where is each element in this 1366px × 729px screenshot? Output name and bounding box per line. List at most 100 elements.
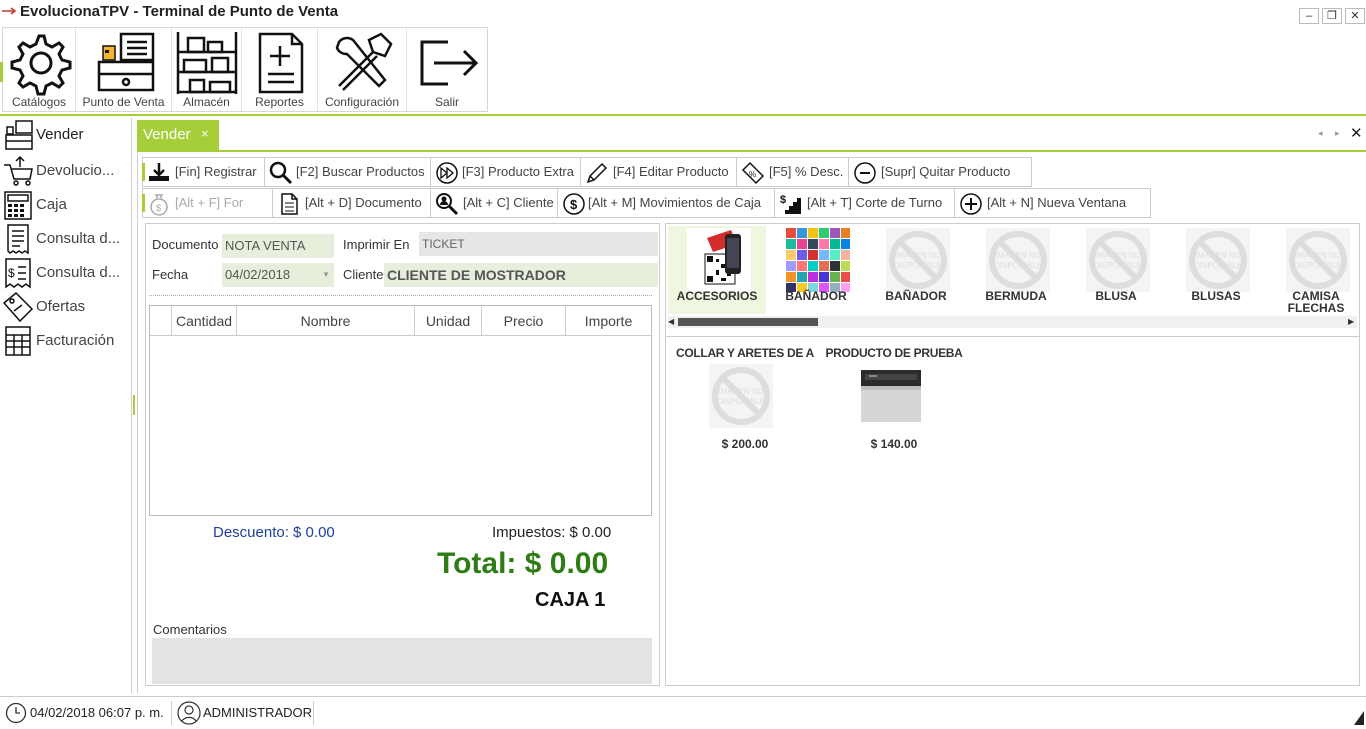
- search-icon: [269, 161, 293, 185]
- cliente-button[interactable]: [Alt + C] Cliente: [431, 189, 558, 217]
- sidebar-item-label: Consulta d...: [36, 264, 121, 281]
- sidebar-item-facturacion[interactable]: Facturación: [0, 324, 130, 358]
- tab-vender[interactable]: Vender ×: [137, 120, 219, 150]
- ribbon-reportes-label: Reportes: [255, 95, 304, 109]
- no-image-placeholder-icon: IMAGEN NO DISPONIBLE: [1186, 228, 1250, 292]
- sidebar-item-caja[interactable]: Caja: [0, 188, 130, 222]
- ribbon-toolbar: Catálogos Punto de Venta Almacén Reporte…: [2, 27, 488, 112]
- sidebar-item-ofertas[interactable]: Ofertas: [0, 290, 130, 324]
- close-window-button[interactable]: ✕: [1345, 8, 1365, 24]
- no-image-text: DISPONIBLE: [1094, 261, 1142, 270]
- ribbon-configuracion-label: Configuración: [324, 95, 400, 109]
- category-blusa[interactable]: IMAGEN NO DISPONIBLE BLUSA: [1067, 226, 1165, 314]
- nueva-ventana-button[interactable]: [Alt + N] Nueva Ventana: [955, 189, 1150, 217]
- ribbon-almacen-button[interactable]: Almacén: [172, 28, 242, 111]
- category-label: BAÑADOR: [885, 289, 947, 303]
- app-logo-icon: [2, 7, 17, 15]
- user-icon: [177, 701, 201, 725]
- registrar-label: [Fin] Registrar: [175, 164, 257, 179]
- formas-pago-button[interactable]: $ [Alt + F] For: [143, 189, 273, 217]
- close-all-tabs-button[interactable]: ✕: [1350, 124, 1363, 142]
- quitar-producto-button[interactable]: [Supr] Quitar Producto: [849, 158, 1031, 186]
- cliente-field[interactable]: CLIENTE DE MOSTRADOR: [384, 263, 658, 287]
- toolbar-grip: [142, 163, 145, 181]
- tab-scroll-left-button[interactable]: ◂: [1318, 128, 1323, 139]
- report-add-icon: [258, 32, 303, 94]
- category-banador-1[interactable]: BAÑADOR: [767, 226, 865, 314]
- comentarios-textarea[interactable]: [152, 638, 652, 684]
- fecha-field-label: Fecha: [152, 267, 189, 282]
- ribbon-configuracion-button[interactable]: Configuración: [318, 28, 407, 111]
- sidebar-item-vender[interactable]: Vender: [0, 118, 130, 152]
- sale-items-grid[interactable]: Cantidad Nombre Unidad Precio Importe: [149, 305, 652, 516]
- no-image-text: DISPONIBLE: [994, 261, 1042, 270]
- fecha-value: 04/02/2018: [225, 267, 291, 282]
- minus-circle-icon: [854, 162, 876, 184]
- scroll-left-icon[interactable]: ◀: [668, 316, 674, 328]
- no-image-text: IMAGEN NO: [995, 251, 1041, 260]
- ribbon-reportes-button[interactable]: Reportes: [242, 28, 318, 111]
- category-blusas[interactable]: IMAGEN NO DISPONIBLE BLUSAS: [1167, 226, 1265, 314]
- category-camisa-flechas[interactable]: IMAGEN NO DISPONIBLE CAMISA FLECHAS: [1267, 226, 1365, 314]
- sidebar-item-label: Consulta d...: [36, 230, 121, 247]
- buscar-productos-button[interactable]: [F2] Buscar Productos: [265, 158, 431, 186]
- producto-extra-button[interactable]: [F3] Producto Extra: [431, 158, 581, 186]
- descuento-text: Descuento: $ 0.00: [213, 524, 335, 541]
- resize-grip-icon[interactable]: [1354, 711, 1364, 725]
- sidebar-item-devoluciones[interactable]: Devolucio...: [0, 154, 130, 188]
- category-scrollbar[interactable]: ◀ ▶: [668, 316, 1357, 328]
- tab-close-button[interactable]: ×: [201, 126, 209, 141]
- sidebar-item-consulta-1[interactable]: Consulta d...: [0, 222, 130, 256]
- title-bar: EvolucionaTPV - Terminal de Punto de Ven…: [0, 0, 1366, 26]
- documento-field[interactable]: NOTA VENTA: [222, 234, 334, 258]
- category-banador-2[interactable]: IMAGEN NO DISPONIBLE BAÑADOR: [867, 226, 965, 314]
- product-card[interactable]: PRODUCTO DE PRUEBA $ 140.00: [824, 346, 964, 456]
- scrollbar-thumb[interactable]: [678, 318, 818, 326]
- fast-forward-icon: [436, 162, 458, 184]
- column-header-importe[interactable]: Importe: [566, 306, 651, 336]
- impuestos-text: Impuestos: $ 0.00: [492, 524, 612, 541]
- column-header-nombre[interactable]: Nombre: [237, 306, 415, 336]
- descuento-button[interactable]: % [F5] % Desc.: [737, 158, 849, 186]
- movimientos-caja-button[interactable]: $ [Alt + M] Movimientos de Caja: [558, 189, 775, 217]
- product-card[interactable]: COLLAR Y ARETES DE A IMAGEN NO DISPONIBL…: [675, 346, 815, 456]
- tab-scroll-right-button[interactable]: ▸: [1335, 128, 1340, 139]
- minimize-button[interactable]: –: [1299, 8, 1319, 24]
- sidebar-splitter[interactable]: [133, 395, 135, 415]
- restore-button[interactable]: ❐: [1322, 8, 1342, 24]
- column-header-unidad[interactable]: Unidad: [415, 306, 482, 336]
- corte-turno-button[interactable]: $ [Alt + T] Corte de Turno: [775, 189, 955, 217]
- warehouse-shelves-icon: [176, 32, 237, 94]
- product-name: PRODUCTO DE PRUEBA: [825, 346, 963, 360]
- svg-text:%: %: [749, 170, 756, 179]
- scroll-right-icon[interactable]: ▶: [1348, 316, 1354, 328]
- category-accesorios[interactable]: ACCESORIOS: [668, 226, 766, 314]
- imprimir-field-label: Imprimir En: [343, 237, 410, 252]
- ribbon-punto-venta-button[interactable]: Punto de Venta: [76, 28, 172, 111]
- quitar-producto-label: [Supr] Quitar Producto: [881, 164, 1011, 179]
- sidebar-item-label: Ofertas: [36, 298, 86, 315]
- status-divider: [171, 701, 172, 725]
- exit-icon: [420, 40, 479, 86]
- registrar-button[interactable]: [Fin] Registrar: [143, 158, 265, 186]
- imprimir-field[interactable]: TICKET: [419, 232, 658, 256]
- svg-text:$: $: [8, 266, 15, 280]
- documento-button[interactable]: [Alt + D] Documento: [273, 189, 431, 217]
- cart-return-icon: [4, 155, 33, 186]
- category-label: BLUSAS: [1191, 289, 1241, 303]
- sidebar-item-consulta-2[interactable]: $ Consulta d...: [0, 256, 130, 290]
- column-header-cantidad[interactable]: Cantidad: [172, 306, 237, 336]
- grid-row-header: [150, 306, 172, 336]
- no-image-text: IMAGEN NO: [1095, 251, 1141, 260]
- ribbon-catalogos-button[interactable]: Catálogos: [3, 28, 76, 111]
- calculator-icon: [4, 191, 32, 220]
- category-bermuda[interactable]: IMAGEN NO DISPONIBLE BERMUDA: [967, 226, 1065, 314]
- product-price: $ 140.00: [870, 437, 918, 451]
- ribbon-salir-button[interactable]: Salir: [407, 28, 487, 111]
- sidebar-item-label: Facturación: [36, 332, 115, 349]
- editar-producto-button[interactable]: [F4] Editar Producto: [581, 158, 737, 186]
- fecha-field[interactable]: 04/02/2018 ▼: [222, 263, 334, 287]
- document-icon: [281, 193, 298, 215]
- no-image-placeholder-icon: IMAGEN NO DISPONIBLE: [1086, 228, 1150, 292]
- column-header-precio[interactable]: Precio: [482, 306, 566, 336]
